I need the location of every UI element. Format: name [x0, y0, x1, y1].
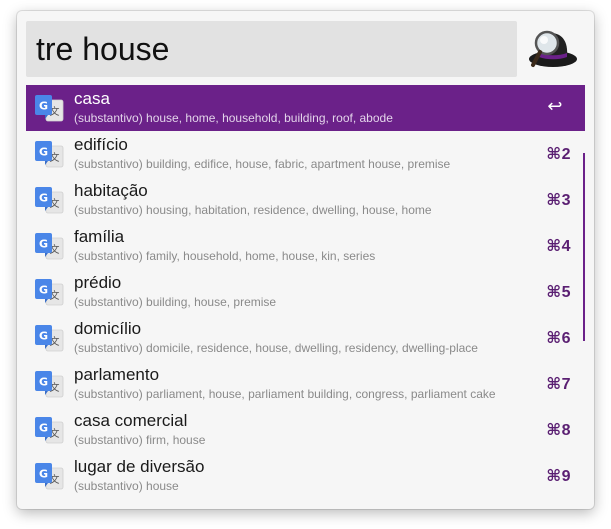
- result-row[interactable]: 文 G edifício (substantivo) building, edif…: [26, 131, 585, 177]
- result-title: família: [74, 227, 125, 246]
- result-title: edifício: [74, 135, 128, 154]
- google-translate-icon: 文 G: [34, 416, 64, 444]
- result-title: casa comercial: [74, 411, 188, 430]
- result-subtitle: (substantivo) firm, house: [74, 433, 206, 447]
- result-row[interactable]: 文 G lugar de diversão (substantivo) house…: [26, 453, 585, 499]
- result-row[interactable]: 文 G família (substantivo) family, househo…: [26, 223, 585, 269]
- result-title: casa: [74, 89, 110, 108]
- result-row[interactable]: 文 G casa (substantivo) house, home, house…: [26, 85, 585, 131]
- google-translate-icon: 文 G: [34, 324, 64, 352]
- result-row[interactable]: 文 G casa comercial (substantivo) firm, ho…: [26, 407, 585, 453]
- alfred-window: 文 G casa (substantivo) house, home, house…: [17, 11, 594, 509]
- result-shortcut: ⌘4: [546, 238, 571, 255]
- result-subtitle: (substantivo) building, house, premise: [74, 295, 277, 309]
- google-translate-icon: 文 G: [34, 140, 64, 168]
- result-title: lugar de diversão: [74, 457, 205, 476]
- google-translate-icon: 文 G: [34, 94, 64, 122]
- result-title: domicílio: [74, 319, 142, 338]
- result-row[interactable]: 文 G parlamento (substantivo) parliament, …: [26, 361, 585, 407]
- svg-text:G: G: [39, 330, 48, 343]
- result-subtitle: (substantivo) parliament, house, parliam…: [74, 387, 496, 401]
- alfred-hat-logo-icon: [529, 30, 577, 67]
- result-subtitle: (substantivo) housing, habitation, resid…: [74, 203, 432, 217]
- result-shortcut: ⌘7: [546, 376, 571, 393]
- svg-text:G: G: [39, 100, 48, 113]
- results-scrollbar[interactable]: [583, 153, 585, 341]
- google-translate-icon: 文 G: [34, 186, 64, 214]
- result-row[interactable]: 文 G prédio (substantivo) building, house,…: [26, 269, 585, 315]
- result-shortcut: ⌘6: [546, 330, 571, 347]
- svg-text:G: G: [39, 422, 48, 435]
- result-title: prédio: [74, 273, 122, 292]
- result-shortcut: ⌘2: [546, 146, 571, 163]
- result-subtitle: (substantivo) house: [74, 479, 179, 493]
- result-row[interactable]: 文 G habitação (substantivo) housing, habi…: [26, 177, 585, 223]
- svg-text:G: G: [39, 376, 48, 389]
- svg-text:G: G: [39, 146, 48, 159]
- svg-text:G: G: [39, 284, 48, 297]
- svg-text:G: G: [39, 192, 48, 205]
- result-shortcut: ⌘9: [546, 468, 571, 485]
- result-subtitle: (substantivo) domicile, residence, house…: [74, 341, 478, 355]
- return-key-shortcut: ↩: [547, 96, 563, 116]
- result-title: habitação: [74, 181, 148, 200]
- svg-text:G: G: [39, 468, 48, 481]
- google-translate-icon: 文 G: [34, 278, 64, 306]
- result-subtitle: (substantivo) building, edifice, house, …: [74, 157, 451, 171]
- google-translate-icon: 文 G: [34, 232, 64, 260]
- result-subtitle: (substantivo) family, household, home, h…: [74, 249, 376, 263]
- search-input[interactable]: [36, 21, 506, 77]
- google-translate-icon: 文 G: [34, 462, 64, 490]
- google-translate-icon: 文 G: [34, 370, 64, 398]
- results-list: 文 G casa (substantivo) house, home, house…: [26, 85, 585, 503]
- search-bar[interactable]: [26, 21, 517, 77]
- svg-text:G: G: [39, 238, 48, 251]
- result-shortcut: ⌘3: [546, 192, 571, 209]
- result-row[interactable]: 文 G domicílio (substantivo) domicile, res…: [26, 315, 585, 361]
- result-title: parlamento: [74, 365, 160, 384]
- result-subtitle: (substantivo) house, home, household, bu…: [74, 111, 393, 125]
- result-shortcut: ⌘5: [546, 284, 571, 301]
- result-shortcut: ⌘8: [546, 422, 571, 439]
